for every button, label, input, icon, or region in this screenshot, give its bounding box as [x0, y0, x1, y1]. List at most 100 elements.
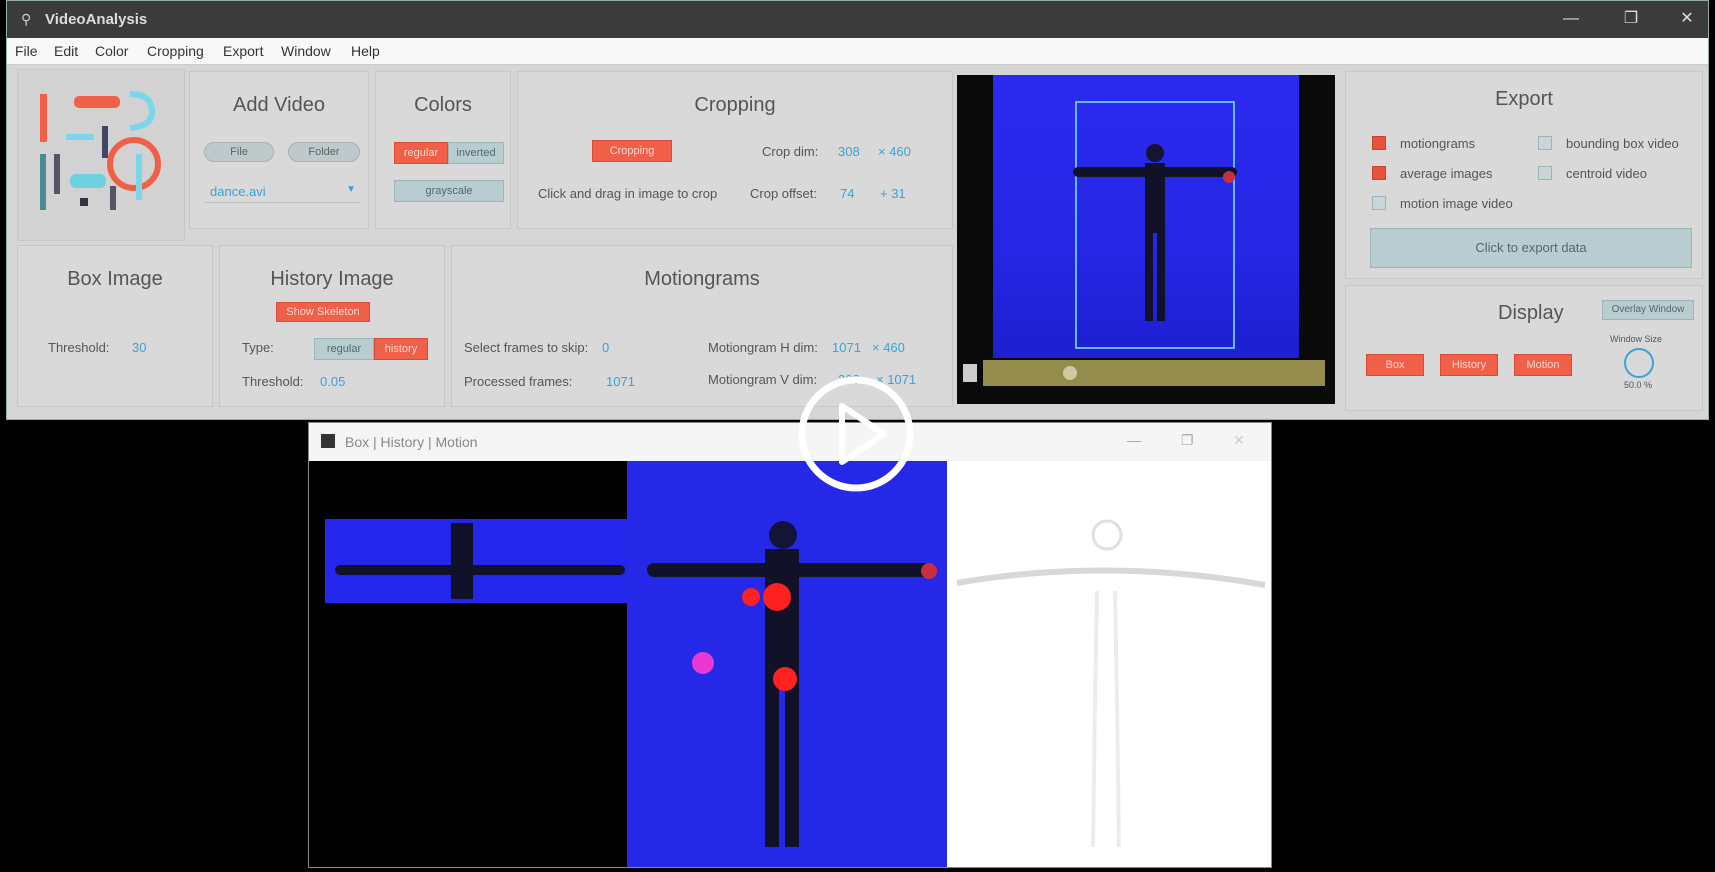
- menu-cropping[interactable]: Cropping: [147, 43, 204, 59]
- motion-figure: [956, 519, 1266, 848]
- chevron-down-icon: ▼: [346, 184, 356, 195]
- history-figure: [647, 521, 937, 847]
- box-image-panel: Box Image Threshold: 30: [17, 245, 213, 407]
- export-option-label: centroid video: [1566, 166, 1647, 181]
- video-frame[interactable]: [993, 75, 1299, 358]
- file-button[interactable]: File: [204, 142, 274, 162]
- sub-window-title: Box | History | Motion: [345, 434, 478, 450]
- crop-dim-height: × 460: [878, 144, 911, 159]
- maximize-button[interactable]: ❐: [1617, 7, 1645, 31]
- window-title: VideoAnalysis: [45, 11, 148, 28]
- regular-color-button[interactable]: regular: [394, 142, 448, 164]
- checkbox-icon[interactable]: [1538, 166, 1552, 180]
- close-button[interactable]: ✕: [1673, 7, 1701, 31]
- menu-export[interactable]: Export: [223, 43, 263, 59]
- add-video-panel: Add Video File Folder dance.avi ▼: [189, 71, 369, 229]
- history-type-regular[interactable]: regular: [314, 338, 374, 360]
- cropping-panel: Cropping Cropping Click and drag in imag…: [517, 71, 953, 229]
- menu-file[interactable]: File: [15, 43, 38, 59]
- history-type-label: Type:: [242, 340, 274, 355]
- history-type-history[interactable]: history: [374, 338, 428, 360]
- export-data-button[interactable]: Click to export data: [1370, 228, 1692, 268]
- history-image-title: History Image: [270, 268, 394, 290]
- video-preview[interactable]: [957, 75, 1335, 404]
- menu-help[interactable]: Help: [351, 43, 380, 59]
- checkbox-icon[interactable]: [1538, 136, 1552, 150]
- close-icon[interactable]: ✕: [1233, 432, 1245, 449]
- sub-window-titlebar: Box | History | Motion — ❐ ✕: [309, 423, 1271, 461]
- display-box-button[interactable]: Box: [1366, 354, 1424, 376]
- torso-shape: [451, 523, 473, 599]
- display-motion-button[interactable]: Motion: [1514, 354, 1572, 376]
- history-pane: [627, 461, 947, 867]
- logo-graphic: [40, 91, 161, 210]
- export-option-label: bounding box video: [1566, 136, 1679, 151]
- menu-window[interactable]: Window: [281, 43, 331, 59]
- box-threshold-value[interactable]: 30: [132, 340, 146, 355]
- arms-shape: [335, 565, 625, 575]
- motiongrams-title: Motiongrams: [644, 268, 760, 290]
- app-logo: [17, 69, 185, 241]
- show-skeleton-button[interactable]: Show Skeleton: [276, 302, 370, 322]
- motion-pane: [947, 461, 1271, 867]
- menu-color[interactable]: Color: [95, 43, 128, 59]
- processed-frames-label: Processed frames:: [464, 374, 573, 389]
- grayscale-button[interactable]: grayscale: [394, 180, 504, 202]
- minimize-button[interactable]: —: [1557, 7, 1585, 31]
- minimize-icon[interactable]: —: [1127, 432, 1141, 448]
- export-option-label: motiongrams: [1400, 136, 1476, 151]
- maximize-icon[interactable]: ❐: [1181, 432, 1194, 449]
- cropping-button[interactable]: Cropping: [592, 140, 672, 162]
- box-pane: [309, 461, 627, 867]
- cropping-hint: Click and drag in image to crop: [538, 186, 718, 201]
- seek-handle[interactable]: [1063, 366, 1077, 380]
- crop-offset-label: Crop offset:: [750, 186, 817, 201]
- history-threshold-label: Threshold:: [242, 374, 304, 389]
- motiongram-h-height: × 460: [872, 340, 905, 355]
- display-title: Display: [1498, 302, 1564, 324]
- menu-edit[interactable]: Edit: [54, 43, 78, 59]
- menu-bar: File Edit Color Cropping Export Window H…: [7, 38, 1708, 65]
- motiongram-h-width: 1071: [832, 340, 861, 355]
- add-video-title: Add Video: [233, 94, 325, 116]
- skip-frames-label: Select frames to skip:: [464, 340, 589, 355]
- export-title: Export: [1495, 88, 1553, 110]
- box-threshold-label: Threshold:: [48, 340, 110, 355]
- crop-dim-label: Crop dim:: [762, 144, 819, 159]
- cropping-title: Cropping: [694, 94, 776, 116]
- play-pause-icon[interactable]: [963, 364, 977, 382]
- crop-offset-x: 74: [840, 186, 855, 201]
- app-icon: [321, 434, 335, 448]
- box-image: [325, 519, 627, 603]
- checkbox-icon[interactable]: [1372, 166, 1386, 180]
- export-panel: Export motiongrams bounding box video av…: [1345, 71, 1703, 279]
- export-option-label: average images: [1400, 166, 1493, 181]
- processed-frames-value: 1071: [606, 374, 635, 389]
- dancer-figure: [1073, 144, 1237, 321]
- display-panel: Display Overlay Window Box History Motio…: [1345, 285, 1703, 411]
- folder-button[interactable]: Folder: [288, 142, 360, 162]
- motiongram-h-label: Motiongram H dim:: [708, 340, 818, 355]
- crop-dim-width: 308: [838, 144, 860, 159]
- display-history-button[interactable]: History: [1440, 354, 1498, 376]
- overlay-window-button[interactable]: Overlay Window: [1602, 300, 1694, 320]
- window-size-knob[interactable]: [1624, 348, 1654, 378]
- app-icon: ⚲: [21, 11, 32, 27]
- colors-panel: Colors regular inverted grayscale: [375, 71, 511, 229]
- window-size-label: Window Size: [1610, 334, 1663, 344]
- colors-title: Colors: [414, 94, 472, 116]
- window-size-value: 50.0 %: [1624, 380, 1653, 390]
- checkbox-icon[interactable]: [1372, 196, 1386, 210]
- video-select[interactable]: dance.avi ▼: [204, 184, 360, 203]
- checkbox-icon[interactable]: [1372, 136, 1386, 150]
- crop-offset-y: + 31: [880, 186, 906, 201]
- skip-frames-value[interactable]: 0: [602, 340, 609, 355]
- inverted-color-button[interactable]: inverted: [448, 142, 504, 164]
- box-image-title: Box Image: [67, 268, 163, 290]
- video-seek-bar[interactable]: [983, 360, 1325, 386]
- main-window: ⚲ VideoAnalysis — ❐ ✕ File Edit Color Cr…: [6, 0, 1709, 420]
- title-bar: ⚲ VideoAnalysis — ❐ ✕: [7, 1, 1708, 38]
- play-circle-icon[interactable]: [796, 374, 916, 494]
- history-threshold-value[interactable]: 0.05: [320, 374, 345, 389]
- video-select-value: dance.avi: [210, 184, 266, 199]
